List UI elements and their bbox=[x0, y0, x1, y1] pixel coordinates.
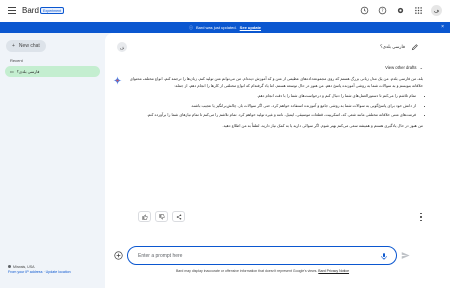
view-drafts-button[interactable]: View other drafts ⌄ bbox=[385, 65, 423, 70]
user-prompt-text: فارسی بلدی؟ bbox=[380, 44, 405, 49]
user-message: ف فارسی بلدی؟ bbox=[117, 42, 419, 54]
menu-icon[interactable] bbox=[8, 7, 16, 14]
chat-bubble-icon: ▭ bbox=[10, 69, 14, 74]
response-text: بله، من فارسی بلدم. من یک مدل زبانی بزرگ… bbox=[125, 76, 423, 132]
list-item: از دانش خود برای پاسخ‌گویی به سوالات شما… bbox=[125, 103, 416, 110]
user-avatar: ف bbox=[117, 42, 127, 52]
disclaimer: Bard may display inaccurate or offensive… bbox=[105, 269, 420, 273]
add-image-icon[interactable] bbox=[114, 251, 123, 260]
list-item: فرمت‌های متنی خلاقانه مختلفی مانند شعر، … bbox=[125, 112, 416, 119]
microphone-icon[interactable] bbox=[380, 252, 388, 261]
response-paragraph: بله، من فارسی بلدم. من یک مدل زبانی بزرگ… bbox=[129, 76, 423, 88]
response-paragraph: من هنوز در حال یادگیری هستم و همیشه سعی … bbox=[222, 122, 423, 128]
share-icon bbox=[176, 214, 181, 219]
info-icon: ⓘ bbox=[188, 24, 193, 30]
location-dot-icon bbox=[8, 265, 11, 268]
help-icon[interactable]: ? bbox=[377, 6, 387, 16]
sidebar: + New chat Recent ▭ فارسی بلدی؟ Mirwais,… bbox=[0, 33, 105, 288]
more-options-icon[interactable] bbox=[419, 213, 423, 221]
prompt-input[interactable]: Enter a prompt here bbox=[127, 246, 397, 265]
privacy-notice-link[interactable]: Bard Privacy Notice bbox=[318, 269, 349, 273]
location-info: Mirwais, USA From your IP address · Upda… bbox=[8, 265, 71, 275]
disclaimer-text: Bard may display inaccurate or offensive… bbox=[175, 269, 318, 273]
bard-spark-icon bbox=[113, 76, 122, 85]
thumbs-down-icon bbox=[158, 213, 164, 220]
location-name: Mirwais, USA bbox=[13, 265, 35, 269]
account-avatar[interactable]: ف bbox=[431, 5, 442, 16]
new-chat-button[interactable]: + New chat bbox=[6, 40, 46, 52]
see-update-link[interactable]: See update bbox=[240, 25, 261, 30]
apps-grid-icon[interactable] bbox=[413, 6, 423, 16]
recent-chat-label: فارسی بلدی؟ bbox=[16, 69, 40, 74]
chevron-down-icon: ⌄ bbox=[419, 65, 423, 70]
share-button[interactable] bbox=[172, 211, 185, 222]
plus-icon: + bbox=[12, 43, 15, 49]
history-icon[interactable] bbox=[359, 6, 369, 16]
thumbs-down-button[interactable] bbox=[155, 211, 168, 222]
recent-chat-item[interactable]: ▭ فارسی بلدی؟ bbox=[5, 66, 100, 77]
edit-icon[interactable] bbox=[411, 43, 419, 51]
send-icon[interactable] bbox=[401, 251, 410, 260]
response-list: تمام تلاشم را می‌کنم تا دستورالعمل‌های ش… bbox=[125, 93, 423, 119]
drafts-label: View other drafts bbox=[385, 65, 417, 70]
banner-text: Bard was just updated. bbox=[195, 25, 237, 30]
update-location-link[interactable]: From your IP address · Update location bbox=[8, 270, 71, 275]
top-app-bar: Bard Experiment ? ف bbox=[0, 0, 450, 22]
recent-label: Recent bbox=[10, 58, 23, 63]
main-panel: ف فارسی بلدی؟ View other drafts ⌄ بله، م… bbox=[105, 33, 450, 288]
thumbs-up-icon bbox=[141, 213, 147, 220]
experiment-badge: Experiment bbox=[40, 7, 65, 14]
close-icon[interactable]: × bbox=[441, 24, 444, 30]
thumbs-up-button[interactable] bbox=[138, 211, 151, 222]
bard-response: View other drafts ⌄ بله، من فارسی بلدم. … bbox=[113, 63, 423, 233]
new-chat-label: New chat bbox=[18, 43, 40, 49]
response-actions bbox=[138, 211, 185, 222]
update-banner: ⓘ Bard was just updated. See update × bbox=[0, 22, 450, 33]
app-name[interactable]: Bard bbox=[22, 6, 39, 15]
prompt-placeholder: Enter a prompt here bbox=[138, 253, 183, 259]
list-item: تمام تلاشم را می‌کنم تا دستورالعمل‌های ش… bbox=[125, 93, 416, 100]
svg-text:?: ? bbox=[381, 8, 383, 13]
settings-icon[interactable] bbox=[395, 6, 405, 16]
